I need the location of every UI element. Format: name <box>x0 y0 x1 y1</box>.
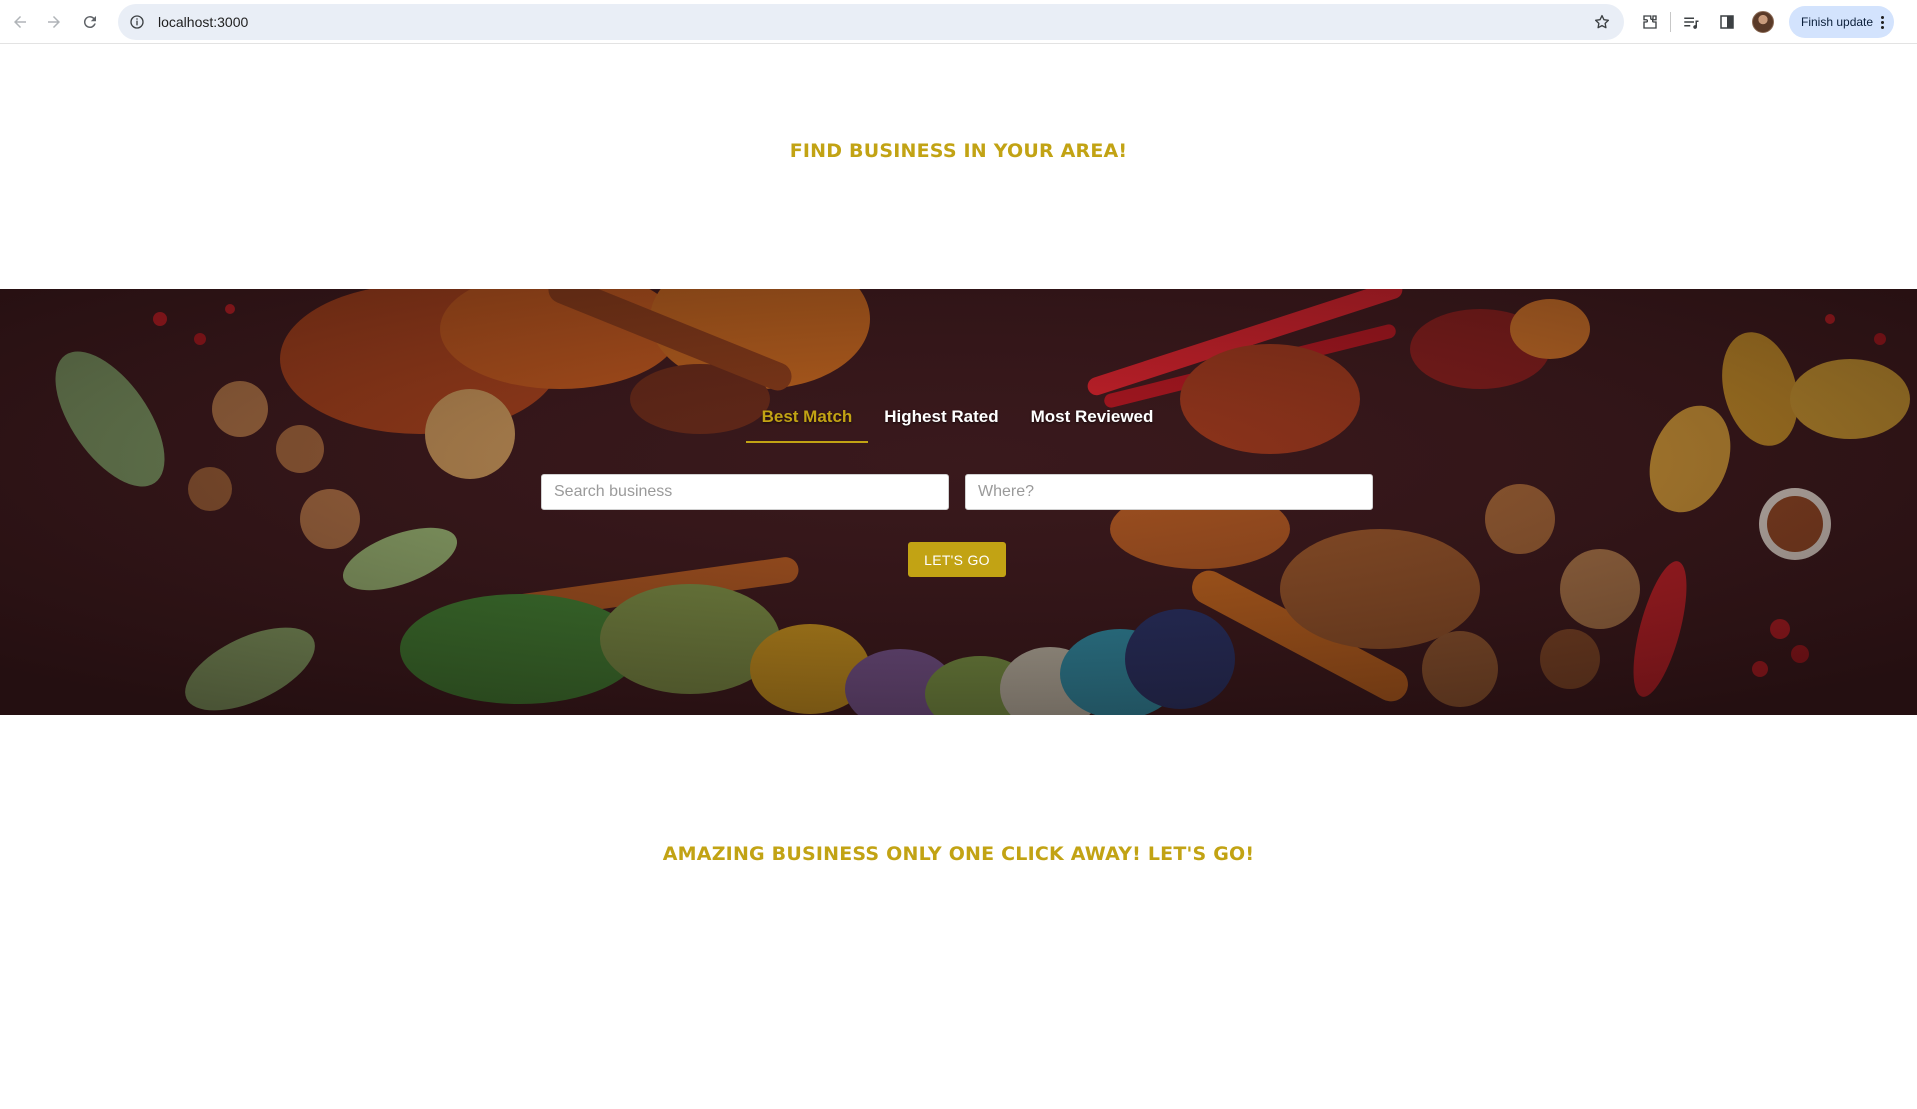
forward-icon <box>48 16 60 28</box>
bookmark-star-icon[interactable] <box>1592 12 1612 32</box>
profile-avatar <box>1752 11 1774 33</box>
url-text[interactable]: localhost:3000 <box>158 14 248 30</box>
forward-button[interactable] <box>36 4 72 40</box>
site-info-icon[interactable] <box>128 13 146 31</box>
business-search-input[interactable] <box>541 474 949 510</box>
back-icon <box>14 16 26 28</box>
back-button[interactable] <box>2 4 38 40</box>
reload-icon <box>83 16 96 29</box>
side-panel-button[interactable] <box>1709 4 1745 40</box>
address-bar[interactable]: localhost:3000 <box>118 4 1624 40</box>
browser-toolbar: localhost:3000 Finish update <box>0 0 1917 44</box>
tab-best-match[interactable]: Best Match <box>745 407 869 443</box>
reading-list-button[interactable] <box>1673 4 1709 40</box>
reload-button[interactable] <box>72 4 108 40</box>
profile-button[interactable] <box>1745 4 1781 40</box>
search-form <box>541 474 1373 510</box>
location-input[interactable] <box>965 474 1373 510</box>
search-hero: Best Match Highest Rated Most Reviewed L… <box>0 289 1917 715</box>
tab-most-reviewed[interactable]: Most Reviewed <box>1015 407 1170 443</box>
finish-update-label: Finish update <box>1801 15 1874 29</box>
bottom-tagline: AMAZING BUSINESS ONLY ONE CLICK AWAY! LE… <box>662 843 1255 865</box>
side-panel-icon <box>1720 15 1734 29</box>
reading-list-icon <box>1684 17 1699 29</box>
page-title: FIND BUSINESS IN YOUR AREA! <box>789 140 1128 162</box>
toolbar-actions: Finish update <box>1632 4 1895 40</box>
menu-kebab-icon <box>1881 15 1885 29</box>
lets-go-button[interactable]: LET'S GO <box>908 542 1006 577</box>
toolbar-separator <box>1670 12 1671 32</box>
extensions-button[interactable] <box>1632 4 1668 40</box>
sort-tabs: Best Match Highest Rated Most Reviewed <box>0 407 1917 443</box>
finish-update-button[interactable]: Finish update <box>1789 6 1895 38</box>
extensions-icon <box>1643 15 1657 29</box>
tab-highest-rated[interactable]: Highest Rated <box>868 407 1014 443</box>
